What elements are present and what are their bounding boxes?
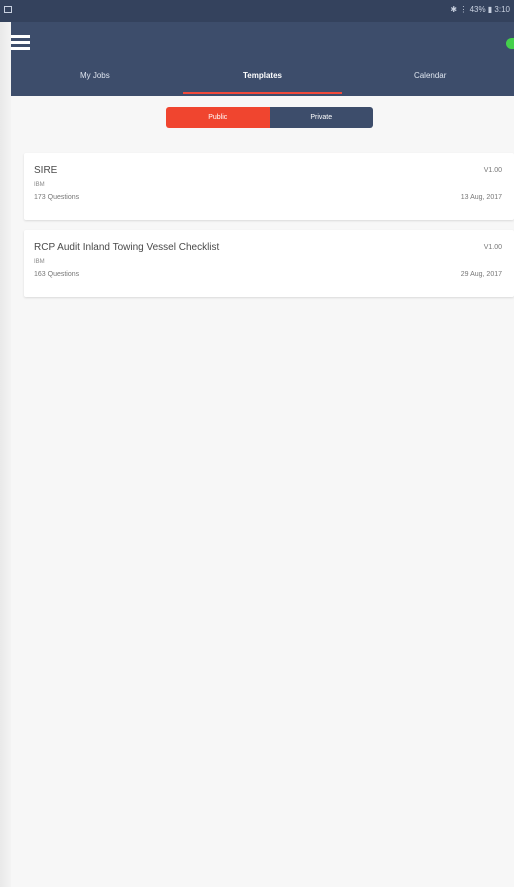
status-indicators: ✱ ⋮ 43% ▮ 3:10 [450,5,510,14]
tab-calendar[interactable]: Calendar [346,66,514,96]
tab-label: Calendar [413,71,447,80]
template-owner: IBM [34,182,45,188]
template-date: 13 Aug, 2017 [460,194,502,201]
tab-bar: My Jobs Templates Calendar [11,66,514,96]
tab-label: Templates [243,71,282,80]
status-bar: ✱ ⋮ 43% ▮ 3:10 [0,0,514,22]
private-segment[interactable]: Private [269,107,373,128]
tab-label: My Jobs [79,71,110,80]
template-version: V1.00 [483,244,502,251]
app-screen: My Jobs Templates Calendar Public Privat… [11,0,514,887]
public-private-toggle: Public Private [166,107,373,128]
active-tab-indicator [182,92,343,94]
question-count: 163 Questions [34,271,80,278]
public-segment[interactable]: Public [166,107,270,128]
template-date: 29 Aug, 2017 [460,271,502,278]
hamburger-menu-icon[interactable] [11,35,30,50]
device-frame: ✱ ⋮ 43% ▮ 3:10 My Jobs Templates Calenda… [0,0,514,887]
template-version: V1.00 [483,167,502,174]
template-title: SIRE [34,165,58,176]
template-card-rcp-audit[interactable]: RCP Audit Inland Towing Vessel Checklist… [24,230,514,297]
template-owner: IBM [34,259,45,265]
question-count: 173 Questions [34,194,80,201]
template-card-sire[interactable]: SIRE V1.00 IBM 173 Questions 13 Aug, 201… [24,153,514,220]
tab-my-jobs[interactable]: My Jobs [11,66,179,96]
tab-templates[interactable]: Templates [179,66,347,96]
online-status-indicator [506,38,514,49]
image-icon [4,6,12,13]
template-title: RCP Audit Inland Towing Vessel Checklist [34,242,220,253]
